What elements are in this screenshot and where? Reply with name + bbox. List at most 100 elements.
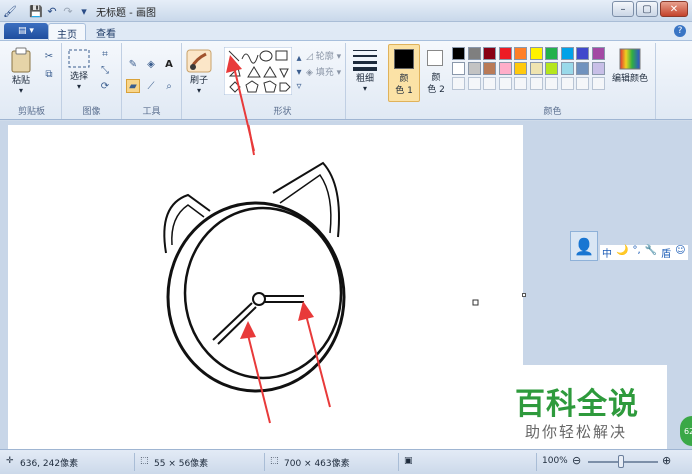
palette-swatch[interactable] [452,47,465,60]
shapes-scroll-down-icon[interactable]: ▾ [292,65,306,79]
brushes-button[interactable]: 刷子 ▾ [186,49,212,95]
palette-swatch[interactable] [560,47,574,60]
custom-palette-swatch[interactable] [452,77,465,90]
palette-swatch[interactable] [483,62,496,75]
customize-quick-access-icon[interactable]: ▾ [76,3,92,19]
fill-button[interactable]: ◈ 填充 ▾ [306,65,341,78]
pencil-icon[interactable]: ✎ [126,57,140,71]
palette-swatch[interactable] [576,62,589,75]
rainbow-palette-icon [619,48,641,70]
palette-swatch[interactable] [498,47,512,60]
crop-icon[interactable]: ⌗ [98,47,112,61]
status-separator [536,453,537,471]
custom-palette-swatch[interactable] [483,77,496,90]
rotate-icon[interactable]: ⟳ [98,79,112,93]
palette-swatch[interactable] [560,62,574,75]
palette-swatch[interactable] [591,62,605,75]
hour-hand-line-b [217,306,257,345]
custom-palette-swatch[interactable] [529,77,543,90]
palette-swatch[interactable] [514,47,527,60]
custom-palette-swatch[interactable] [514,77,527,90]
qq-avatar-icon[interactable]: 👤 [570,231,598,261]
qq-tools: 中 🌙 °, 🔧 盾 ☺ [600,245,688,260]
group-size: 粗细 ▾ [346,43,386,119]
resize-icon[interactable]: ⤡ [98,63,112,77]
outline-button[interactable]: ◿ 轮廓 ▾ [306,49,341,62]
size-button[interactable]: 粗细 ▾ [352,49,378,93]
edit-colors-button[interactable]: 编辑颜色 [612,47,648,84]
select-button[interactable]: 选择 ▾ [68,49,90,91]
cut-icon[interactable]: ✂ [42,49,56,63]
palette-swatch[interactable] [545,62,558,75]
floating-badge[interactable]: 62 [680,416,692,446]
qq-input-toolbar: 👤 中 🌙 °, 🔧 盾 ☺ [570,231,692,261]
group-brush: 刷子 ▾ [182,43,218,119]
paste-label: 粘贴 [11,76,30,86]
magnifier-icon[interactable]: ⌕ [162,79,176,93]
qq-smile-icon[interactable]: ☺ [675,245,685,260]
eraser-icon[interactable]: ▰ [126,79,140,93]
tab-view[interactable]: 查看 [88,23,124,40]
custom-palette-swatch[interactable] [467,77,481,90]
color-picker-icon[interactable]: ⟋ [144,79,158,93]
paste-button[interactable]: 粘贴 ▾ [10,47,32,95]
close-button[interactable]: ✕ [660,1,688,17]
canvas-resize-handle[interactable] [522,293,526,297]
qq-shield-icon[interactable]: 盾 [661,245,671,260]
palette-swatch[interactable] [545,47,558,60]
shapes-scroll-up-icon[interactable]: ▴ [292,51,306,65]
colors-group-label: 颜色 [543,107,562,117]
custom-palette-swatch[interactable] [576,77,589,90]
palette-swatch[interactable] [514,62,527,75]
selection-handle[interactable] [472,299,479,306]
image-group-label: 图像 [82,107,101,117]
zoom-out-icon[interactable]: ⊖ [572,454,581,467]
custom-palette-swatch[interactable] [545,77,558,90]
palette-swatch[interactable] [529,62,543,75]
minimize-button[interactable]: – [612,1,634,17]
outline-icon: ◿ [306,52,313,62]
fill-bucket-icon[interactable]: ◈ [144,57,158,71]
copy-icon[interactable]: ⧉ [42,67,56,81]
color1-swatch [394,49,414,69]
qq-moon-icon[interactable]: 🌙 [616,245,628,260]
ribbon: 粘贴 ▾ ✂ ⧉ 剪贴板 选择 ▾ ⌗ ⤡ ⟳ 图像 ✎ ◈ A ▰ ⟋ ⌕ 工… [0,40,692,120]
group-clipboard: 粘贴 ▾ ✂ ⧉ 剪贴板 [2,43,62,119]
edit-colors-label: 编辑颜色 [612,74,649,84]
color2-button[interactable]: 颜 色 2 [422,44,450,102]
help-icon[interactable]: ? [674,25,686,37]
watermark: 百科全说 助你轻松解决 [503,365,667,449]
custom-palette-swatch[interactable] [498,77,512,90]
palette-swatch[interactable] [498,62,512,75]
custom-palette-swatch[interactable] [560,77,574,90]
palette-swatch[interactable] [467,62,481,75]
zoom-slider-thumb[interactable] [618,455,624,468]
paint-menu-button[interactable]: ▤ ▾ [4,23,48,39]
palette-swatch[interactable] [452,62,465,75]
drawing-canvas[interactable] [8,56,523,449]
title-bar: 🖌 💾 ↶ ↷ ▾ 无标题 - 画图 – ▢ ✕ [0,0,692,22]
color1-label-line1: 颜 [399,74,409,84]
qq-wrench-icon[interactable]: 🔧 [645,245,657,260]
maximize-button[interactable]: ▢ [636,1,658,17]
chevron-down-icon: ▾ [18,86,23,95]
undo-icon[interactable]: ↶ [44,3,60,19]
redo-icon[interactable]: ↷ [60,3,76,19]
palette-swatch[interactable] [591,47,605,60]
color2-swatch [427,50,443,66]
save-icon[interactable]: 💾 [28,3,44,19]
group-colors: 编辑颜色 颜色 [450,43,656,119]
chevron-down-icon: ▾ [76,82,81,91]
qq-chinese-mode-icon[interactable]: 中 [602,245,612,260]
qq-punctuation-icon[interactable]: °, [632,245,640,260]
text-tool-icon[interactable]: A [162,57,176,71]
palette-swatch[interactable] [529,47,543,60]
color1-button[interactable]: 颜 色 1 [388,44,420,102]
tab-home[interactable]: 主页 [48,23,86,41]
custom-palette-swatch[interactable] [591,77,605,90]
zoom-in-icon[interactable]: ⊕ [662,454,671,467]
palette-swatch[interactable] [483,47,496,60]
shapes-expand-icon[interactable]: ▿ [292,79,306,93]
palette-swatch[interactable] [467,47,481,60]
palette-swatch[interactable] [576,47,589,60]
